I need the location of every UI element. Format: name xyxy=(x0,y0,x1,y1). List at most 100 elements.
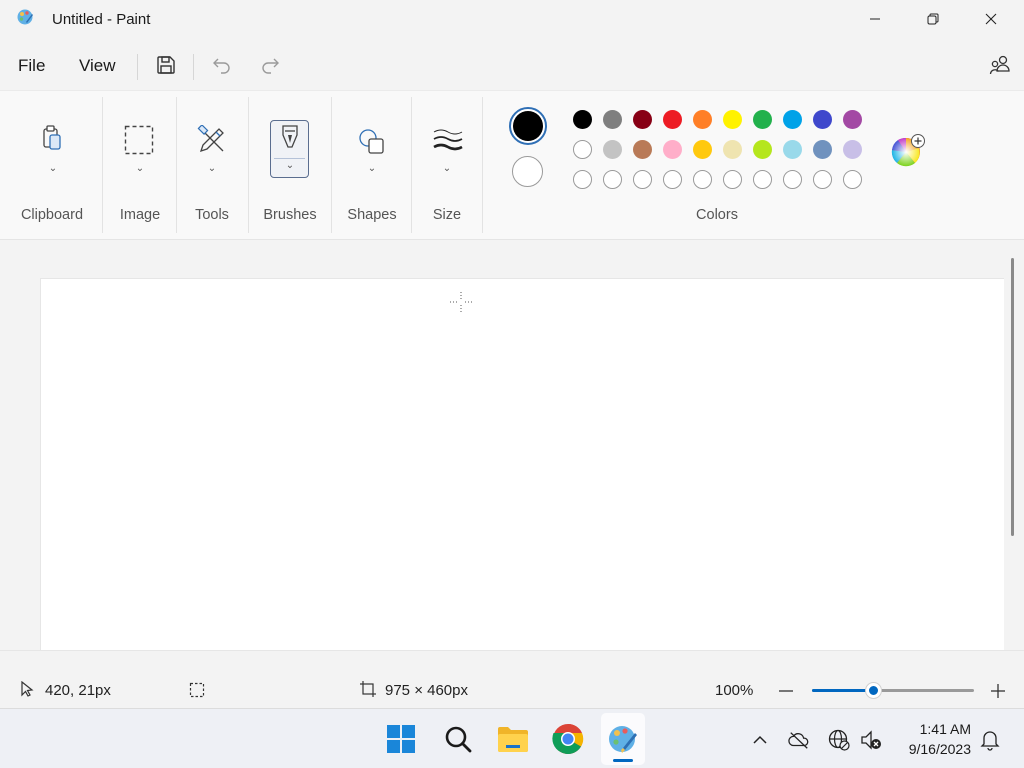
group-label-image: Image xyxy=(119,207,161,223)
color-swatch[interactable] xyxy=(663,140,682,159)
pencil-tools-icon xyxy=(196,124,228,156)
chrome-icon xyxy=(552,723,584,755)
zoom-in-button[interactable] xyxy=(988,681,1008,701)
shapes-icon xyxy=(357,127,387,157)
chrome-button[interactable] xyxy=(550,721,586,757)
menu-divider-2 xyxy=(193,54,194,80)
group-label-brushes: Brushes xyxy=(263,207,317,223)
custom-color-slot[interactable] xyxy=(633,170,652,189)
undo-button[interactable] xyxy=(206,49,238,81)
zoom-level[interactable]: 100% xyxy=(715,682,753,699)
minimize-icon xyxy=(870,18,880,20)
group-label-size: Size xyxy=(432,207,462,223)
start-button[interactable] xyxy=(383,721,419,757)
size-group[interactable]: ⌄ Size xyxy=(412,91,482,239)
custom-color-slot[interactable] xyxy=(753,170,772,189)
save-button[interactable] xyxy=(150,49,182,81)
selection-size-icon xyxy=(189,682,205,698)
color-swatch[interactable] xyxy=(723,110,742,129)
search-button[interactable] xyxy=(440,721,476,757)
color-swatch[interactable] xyxy=(573,110,592,129)
clipboard-icon xyxy=(38,123,66,153)
menu-bar: File View xyxy=(0,40,1024,90)
chevron-down-icon: ⌄ xyxy=(285,160,295,171)
ribbon-divider xyxy=(102,97,103,233)
primary-color-button[interactable] xyxy=(509,107,547,145)
custom-color-slot[interactable] xyxy=(573,170,592,189)
color-swatch[interactable] xyxy=(633,110,652,129)
close-icon xyxy=(985,13,997,25)
color-swatch[interactable] xyxy=(843,140,862,159)
taskbar: 1:41 AM 9/16/2023 xyxy=(0,708,1024,768)
color-swatch[interactable] xyxy=(693,110,712,129)
brush-icon xyxy=(282,125,298,148)
paint-app-icon xyxy=(17,9,33,25)
menu-view[interactable]: View xyxy=(79,56,116,76)
tools-group[interactable]: ⌄ Tools xyxy=(176,91,248,239)
custom-color-slot[interactable] xyxy=(603,170,622,189)
custom-color-slot[interactable] xyxy=(693,170,712,189)
color-swatch[interactable] xyxy=(753,140,772,159)
color-swatch[interactable] xyxy=(753,110,772,129)
notifications-button[interactable] xyxy=(979,729,1001,751)
color-swatch[interactable] xyxy=(843,110,862,129)
zoom-slider[interactable] xyxy=(812,683,974,698)
color-swatch[interactable] xyxy=(603,110,622,129)
drawing-canvas[interactable] xyxy=(40,278,1004,650)
brush-divider xyxy=(274,158,305,159)
custom-color-slot[interactable] xyxy=(783,170,802,189)
color-swatch[interactable] xyxy=(603,140,622,159)
color-swatch[interactable] xyxy=(783,110,802,129)
color-swatch[interactable] xyxy=(783,140,802,159)
colors-group: Colors xyxy=(482,91,952,239)
restore-button[interactable] xyxy=(904,0,962,38)
primary-color-swatch xyxy=(513,111,543,141)
zoom-slider-thumb[interactable] xyxy=(866,683,882,698)
onedrive-button[interactable] xyxy=(788,729,810,751)
volume-muted-icon xyxy=(861,730,881,750)
zoom-out-button[interactable] xyxy=(776,681,796,701)
share-button[interactable] xyxy=(984,49,1016,81)
network-button[interactable] xyxy=(828,729,850,751)
chevron-down-icon: ⌄ xyxy=(367,163,377,174)
custom-color-slot[interactable] xyxy=(813,170,832,189)
menu-file[interactable]: File xyxy=(18,56,45,76)
bell-icon xyxy=(980,731,1000,751)
cursor-position: 420, 21px xyxy=(45,682,111,699)
color-swatch[interactable] xyxy=(573,140,592,159)
chevron-down-icon: ⌄ xyxy=(207,163,217,174)
taskbar-clock[interactable]: 1:41 AM 9/16/2023 xyxy=(909,719,971,759)
file-explorer-button[interactable] xyxy=(495,721,531,757)
custom-color-slot[interactable] xyxy=(663,170,682,189)
color-swatch[interactable] xyxy=(693,140,712,159)
show-hidden-icons-button[interactable] xyxy=(749,729,771,751)
secondary-color-button[interactable] xyxy=(512,156,543,187)
clock-time: 1:41 AM xyxy=(919,721,971,737)
stroke-size-icon xyxy=(432,127,464,153)
menu-divider xyxy=(137,54,138,80)
close-button[interactable] xyxy=(962,0,1020,38)
minimize-button[interactable] xyxy=(846,0,904,38)
color-swatch[interactable] xyxy=(813,140,832,159)
shapes-group[interactable]: ⌄ Shapes xyxy=(332,91,412,239)
color-swatch[interactable] xyxy=(663,110,682,129)
paint-taskbar-button[interactable] xyxy=(605,721,641,757)
redo-button[interactable] xyxy=(254,49,286,81)
brushes-button[interactable]: ⌄ xyxy=(270,120,309,178)
edit-colors-button[interactable] xyxy=(891,134,925,168)
vertical-scrollbar[interactable] xyxy=(1011,258,1014,536)
color-swatch[interactable] xyxy=(813,110,832,129)
custom-color-slot[interactable] xyxy=(723,170,742,189)
clock-date: 9/16/2023 xyxy=(908,741,971,757)
canvas-size-icon xyxy=(360,681,376,697)
color-swatch[interactable] xyxy=(723,140,742,159)
canvas-size: 975 × 460px xyxy=(385,682,468,699)
active-app-indicator xyxy=(613,759,633,762)
plus-icon xyxy=(991,684,1005,698)
group-label-tools: Tools xyxy=(195,207,229,223)
volume-button[interactable] xyxy=(860,729,882,751)
image-group[interactable]: ⌄ Image xyxy=(104,91,176,239)
color-swatch[interactable] xyxy=(633,140,652,159)
custom-color-slot[interactable] xyxy=(843,170,862,189)
clipboard-group[interactable]: ⌄ Clipboard xyxy=(0,91,104,239)
